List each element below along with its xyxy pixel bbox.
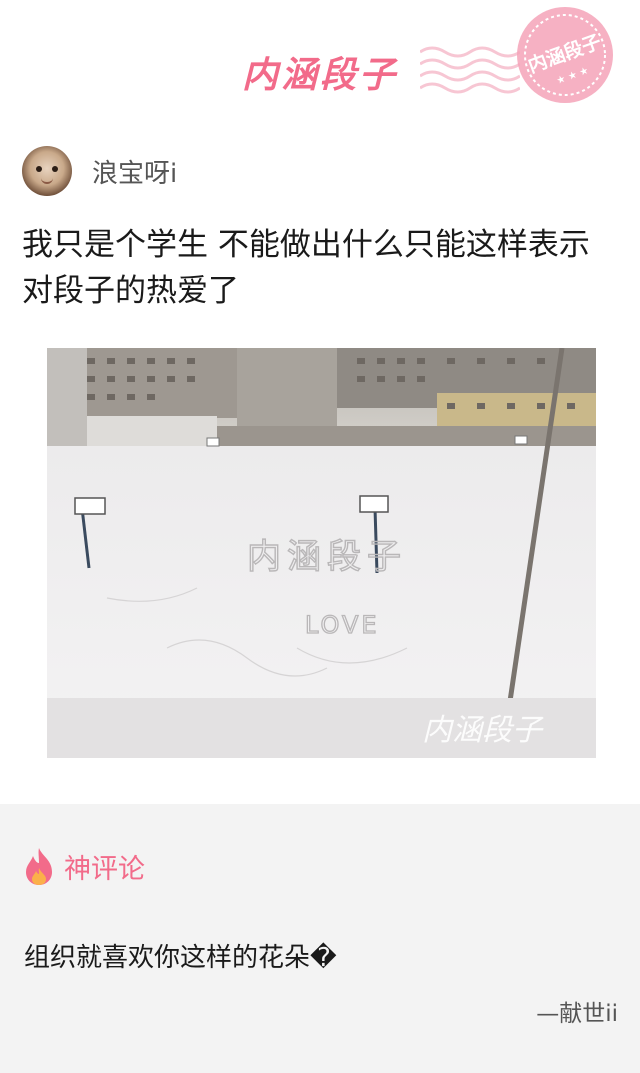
post-text: 我只是个学生 不能做出什么只能这样表示对段子的热爱了 [22, 227, 590, 309]
author-name[interactable]: 浪宝呀i [92, 153, 177, 190]
avatar[interactable] [22, 146, 72, 196]
snow-love: LOVE [305, 611, 380, 639]
comment-text: 组织就喜欢你这样的花朵� [24, 943, 337, 973]
comment-section: 神评论 组织就喜欢你这样的花朵� —献世ii [0, 804, 640, 1073]
post-image[interactable]: 内涵段子 LOVE 内涵段子 [47, 348, 596, 758]
comment-author[interactable]: —献世ii [536, 994, 618, 1028]
postmark-stamp: 内涵段子 ★ ★ ★ [517, 7, 613, 103]
image-watermark: 内涵段子 [422, 713, 544, 748]
hot-comments-header: 神评论 [22, 846, 145, 886]
post-author[interactable]: 浪宝呀i [22, 145, 177, 197]
flame-icon [26, 848, 52, 885]
snow-writing: 内涵段子 [247, 537, 407, 577]
header: 内涵段子 内涵段子 ★ ★ ★ [0, 0, 640, 130]
hot-comments-label: 神评论 [64, 853, 145, 885]
